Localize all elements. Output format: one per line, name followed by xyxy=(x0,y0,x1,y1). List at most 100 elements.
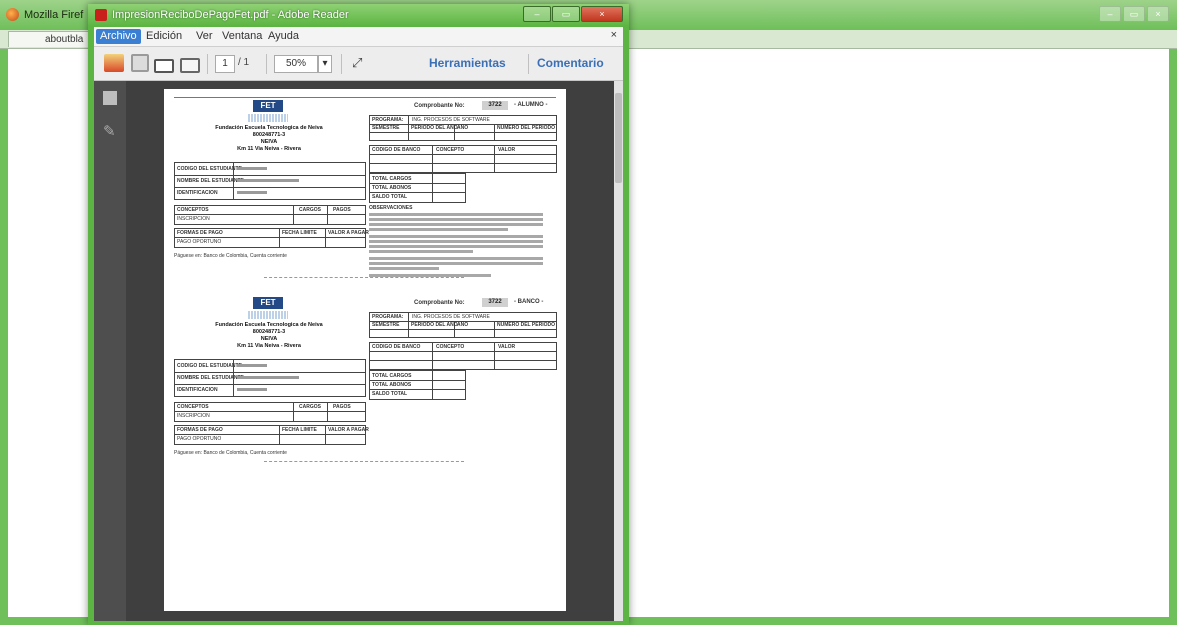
payment-footer: Páguese en: Banco de Colombia, Cuenta co… xyxy=(174,253,287,259)
page-thumbnails-icon[interactable] xyxy=(103,91,117,105)
reader-title: ImpresionReciboDePagoFet.pdf - Adobe Rea… xyxy=(112,9,349,21)
payment-method-header: FORMAS DE PAGO xyxy=(177,427,223,433)
total-credits-label: TOTAL ABONOS xyxy=(372,185,412,191)
vertical-scrollbar[interactable] xyxy=(614,81,623,621)
program-table: PROGRAMA: ING. PROCESOS DE SOFTWARE SEME… xyxy=(369,312,557,338)
save-icon[interactable] xyxy=(131,54,149,72)
firefox-title: Mozilla Firef xyxy=(24,9,84,21)
student-info-table: CODIGO DEL ESTUDIANTE NOMBRE DEL ESTUDIA… xyxy=(174,359,366,397)
toolbar: 1 / 1 50% ▾ ⤢ Herramientas Comentario xyxy=(94,47,623,81)
comment-tab[interactable]: Comentario xyxy=(537,56,604,70)
menu-archivo[interactable]: Archivo xyxy=(96,29,141,44)
reader-maximize-button[interactable]: ▭ xyxy=(552,6,580,22)
scrollbar-thumb[interactable] xyxy=(615,93,622,183)
create-pdf-icon[interactable] xyxy=(104,54,124,72)
concepts-header: CONCEPTOS xyxy=(177,207,209,213)
concepts-table: CONCEPTOS CARGOS PAGOS INSCRIPCION xyxy=(174,402,366,422)
period-number-header: NUMERO DEL PERIODO xyxy=(497,125,555,131)
student-code-label: CODIGO DEL ESTUDIANTE xyxy=(177,166,242,172)
payment-method-value: PAGO OPORTUNO xyxy=(177,436,222,442)
institution-address: Km 11 Via Neiva - Rivera xyxy=(237,146,301,152)
page-top-rule xyxy=(174,97,556,98)
payment-footer: Páguese en: Banco de Colombia, Cuenta co… xyxy=(174,450,287,456)
cut-line xyxy=(264,461,464,462)
toolbar-separator xyxy=(207,54,208,74)
student-id-label: IDENTIFICACION xyxy=(177,190,218,196)
period-header: PERIODO DEL AÑO xyxy=(411,125,458,131)
total-credits-label: TOTAL ABONOS xyxy=(372,382,412,388)
page-number-input[interactable]: 1 xyxy=(215,55,235,73)
receipt-number: 3722 xyxy=(482,298,508,307)
receipt-number-label: Comprobante No: xyxy=(414,103,465,109)
program-value: ING. PROCESOS DE SOFTWARE xyxy=(412,314,490,320)
menu-bar: Archivo Edición Ver Ventana Ayuda × xyxy=(94,27,623,47)
value-header: VALOR xyxy=(498,344,516,350)
totals-table: TOTAL CARGOS TOTAL ABONOS SALDO TOTAL xyxy=(369,370,466,400)
fet-logo-subtitle xyxy=(248,114,288,122)
period-number-header: NUMERO DEL PERIODO xyxy=(497,322,555,328)
menu-ventana[interactable]: Ventana xyxy=(218,29,266,44)
reader-close-button[interactable]: × xyxy=(581,6,623,22)
amount-header: VALOR A PAGAR xyxy=(328,427,369,433)
total-charges-label: TOTAL CARGOS xyxy=(372,176,412,182)
charges-header: CARGOS xyxy=(299,207,321,213)
document-close-icon[interactable]: × xyxy=(611,29,617,41)
minimize-icon[interactable]: – xyxy=(1099,6,1121,22)
payments-header: PAGOS xyxy=(333,207,351,213)
payment-method-value: PAGO OPORTUNO xyxy=(177,239,222,245)
menu-ver[interactable]: Ver xyxy=(192,29,217,44)
bank-code-table: CODIGO DE BANCO CONCEPTO VALOR xyxy=(369,342,557,370)
attachments-paperclip-icon[interactable]: ✎ xyxy=(103,124,117,139)
toolbar-separator xyxy=(266,54,267,74)
menu-ayuda[interactable]: Ayuda xyxy=(264,29,303,44)
bank-code-header: CODIGO DE BANCO xyxy=(372,344,421,350)
navigation-panel: ✎ xyxy=(94,81,126,621)
year-header: AÑO xyxy=(457,322,469,328)
due-date-header: FECHA LIMITE xyxy=(282,230,317,236)
fet-logo-subtitle xyxy=(248,311,288,319)
student-id-label: IDENTIFICACION xyxy=(177,387,218,393)
fit-page-expand-icon[interactable]: ⤢ xyxy=(352,54,372,72)
institution-nit: 800248771-3 xyxy=(252,329,286,335)
concepts-header: CONCEPTOS xyxy=(177,404,209,410)
program-label: PROGRAMA: xyxy=(372,117,404,123)
concept-value: INSCRIPCION xyxy=(177,413,210,419)
tools-tab[interactable]: Herramientas xyxy=(429,56,506,70)
semester-header: SEMESTRE xyxy=(372,322,400,328)
payment-table: FORMAS DE PAGO FECHA LIMITE VALOR A PAGA… xyxy=(174,228,369,248)
firefox-icon xyxy=(6,8,19,21)
institution-name: Fundación Escuela Tecnologica de Neiva xyxy=(215,322,323,328)
maximize-icon[interactable]: ▭ xyxy=(1123,6,1145,22)
fet-logo: FET xyxy=(253,297,283,309)
print-icon[interactable] xyxy=(154,59,174,73)
concept-code-header: CONCEPTO xyxy=(436,147,465,153)
firefox-tab[interactable]: aboutbla xyxy=(8,31,92,47)
payment-method-header: FORMAS DE PAGO xyxy=(177,230,223,236)
observations-label: OBSERVACIONES xyxy=(369,205,413,211)
program-label: PROGRAMA: xyxy=(372,314,404,320)
observations-text xyxy=(369,213,543,279)
year-header: AÑO xyxy=(457,125,469,131)
due-date-header: FECHA LIMITE xyxy=(282,427,317,433)
student-name-label: NOMBRE DEL ESTUDIANTE xyxy=(177,178,244,184)
semester-header: SEMESTRE xyxy=(372,125,400,131)
total-charges-label: TOTAL CARGOS xyxy=(372,373,412,379)
copy-type-label: - BANCO - xyxy=(514,299,544,305)
institution-address: Km 11 Via Neiva - Rivera xyxy=(237,343,301,349)
institution-city: NEIVA xyxy=(260,139,278,145)
program-value: ING. PROCESOS DE SOFTWARE xyxy=(412,117,490,123)
fet-logo: FET xyxy=(253,100,283,112)
value-header: VALOR xyxy=(498,147,516,153)
menu-edicion[interactable]: Edición xyxy=(142,29,186,44)
reader-titlebar[interactable]: ImpresionReciboDePagoFet.pdf - Adobe Rea… xyxy=(88,4,629,26)
payment-table: FORMAS DE PAGO FECHA LIMITE VALOR A PAGA… xyxy=(174,425,369,445)
reader-minimize-button[interactable]: – xyxy=(523,6,551,22)
toolbar-separator xyxy=(528,54,529,74)
email-icon[interactable] xyxy=(180,58,200,73)
zoom-dropdown-chevron-down-icon[interactable]: ▾ xyxy=(318,55,332,73)
pdf-page: FET Fundación Escuela Tecnologica de Neiv… xyxy=(164,89,566,611)
zoom-input[interactable]: 50% xyxy=(274,55,318,73)
document-area: FET Fundación Escuela Tecnologica de Neiv… xyxy=(126,81,614,621)
close-icon[interactable]: × xyxy=(1147,6,1169,22)
concept-code-header: CONCEPTO xyxy=(436,344,465,350)
